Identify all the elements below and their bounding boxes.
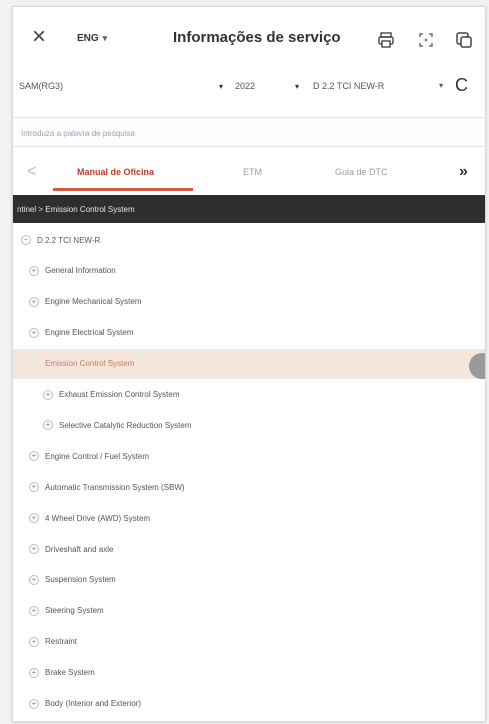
engine-value: D 2.2 TCI NEW-R	[313, 81, 385, 91]
service-info-window: × ENG ▾ Informações de serviço SAM(RG3) …	[12, 6, 486, 722]
refresh-icon[interactable]: C	[455, 75, 468, 96]
header: × ENG ▾ Informações de serviço	[13, 7, 485, 69]
tab-guia-de-dtc[interactable]: Guia de DTC	[335, 167, 388, 177]
tree-node[interactable]: − D 2.2 TCI NEW-R	[13, 225, 485, 255]
tree-node-label: D 2.2 TCI NEW-R	[37, 235, 101, 245]
active-tab-indicator	[53, 188, 193, 191]
tab-scroll-left-icon[interactable]: <	[27, 163, 36, 181]
tree-node[interactable]: + Steering System	[13, 596, 485, 626]
expand-node-icon[interactable]: +	[29, 698, 39, 709]
tree-node[interactable]: + Engine Electrical System	[13, 318, 485, 348]
window-icon[interactable]	[453, 29, 475, 51]
language-label: ENG	[77, 33, 99, 44]
expand-node-icon[interactable]: +	[29, 265, 39, 276]
tree-node-label: Automatic Transmission System (SBW)	[45, 482, 185, 492]
tree-node[interactable]: + Body (Interior and Exterior)	[13, 689, 485, 719]
tree-node-label: Engine Electrical System	[45, 328, 134, 338]
expand-node-icon[interactable]: +	[29, 513, 39, 524]
tree-node[interactable]: + Suspension System	[13, 565, 485, 595]
tree-node-label: Engine Mechanical System	[45, 297, 142, 307]
tree-node-label: Engine Control / Fuel System	[45, 451, 150, 461]
tree-node[interactable]: + Selective Catalytic Reduction System	[13, 410, 485, 440]
tree-node-label: Exhaust Emission Control System	[59, 390, 180, 399]
expand-node-icon[interactable]: +	[29, 482, 39, 493]
search-bar	[13, 117, 485, 147]
close-icon: ×	[31, 23, 46, 50]
tree-node[interactable]: + Driveshaft and axle	[13, 534, 485, 564]
expand-node-icon[interactable]: +	[29, 451, 39, 462]
expand-node-icon[interactable]: +	[29, 574, 39, 585]
tree-node[interactable]: + Automatic Transmission System (SBW)	[13, 472, 485, 502]
tree-node[interactable]: + Restraint	[13, 627, 485, 657]
tree-node[interactable]: + Engine Control / Fuel System	[13, 441, 485, 471]
tree-node-label: Suspension System	[45, 575, 116, 585]
expand-node-icon[interactable]: +	[29, 667, 39, 678]
tree-node[interactable]: Emission Control System	[13, 348, 485, 379]
tree-node[interactable]: + General Information	[13, 256, 485, 286]
model-select[interactable]: SAM(RG3) ▾	[19, 81, 223, 91]
tree-node-label: Steering System	[45, 606, 104, 616]
tree-node-label: Emission Control System	[45, 359, 135, 369]
vehicle-selectors: SAM(RG3) ▾ 2022 ▾ D 2.2 TCI NEW-R ▾ C	[13, 75, 485, 103]
tree-node[interactable]: + Brake System	[13, 658, 485, 688]
year-value: 2022	[235, 81, 256, 91]
chevron-down-icon: ▾	[219, 81, 224, 91]
tree-node-label: Brake System	[45, 668, 95, 678]
collapse-icon[interactable]: −	[21, 235, 31, 245]
tab-etm[interactable]: ETM	[243, 167, 262, 177]
chevron-down-icon: ▾	[295, 81, 300, 91]
expand-icon[interactable]	[415, 29, 437, 51]
chevron-down-icon[interactable]: ▾	[439, 81, 443, 90]
expand-node-icon[interactable]: +	[29, 636, 39, 647]
tree-node-label: Driveshaft and axle	[45, 544, 114, 554]
tree-node-label: 4 Wheel Drive (AWD) System	[45, 513, 151, 523]
expand-node-icon[interactable]: +	[43, 389, 53, 400]
engine-select[interactable]: ▾ D 2.2 TCI NEW-R	[295, 81, 384, 91]
language-selector[interactable]: ENG ▾	[77, 33, 107, 44]
search-input[interactable]	[21, 124, 461, 142]
breadcrumb: ntinel > Emission Control System	[13, 195, 485, 223]
tree-node[interactable]: + Engine Mechanical System	[13, 287, 485, 317]
expand-node-icon[interactable]: +	[29, 327, 39, 338]
page-title: Informações de serviço	[173, 29, 341, 46]
print-icon[interactable]	[375, 29, 397, 51]
close-button[interactable]: ×	[27, 23, 51, 50]
expand-node-icon[interactable]: +	[29, 296, 39, 307]
tree-node-label: Restraint	[45, 637, 78, 647]
expand-node-icon[interactable]: +	[29, 605, 39, 616]
tab-manual-de-oficina[interactable]: Manual de Oficina	[77, 167, 154, 177]
tree-node[interactable]: + Exhaust Emission Control System	[13, 380, 485, 410]
year-select[interactable]: 2022	[235, 81, 255, 91]
tree-node-label: Body (Interior and Exterior)	[45, 699, 142, 708]
tab-scroll-right-icon[interactable]: »	[459, 163, 468, 181]
tree-node-label: Selective Catalytic Reduction System	[59, 420, 192, 430]
tab-bar: < Manual de Oficina ETM Guia de DTC »	[13, 155, 485, 191]
model-value: SAM(RG3)	[19, 81, 64, 91]
chevron-down-icon: ▾	[102, 33, 108, 43]
tree-node[interactable]: +4 Wheel Drive (AWD) System	[13, 503, 485, 533]
expand-node-icon[interactable]: +	[29, 544, 39, 554]
tree-node-label: General Information	[45, 266, 116, 276]
expand-node-icon[interactable]: +	[43, 420, 53, 431]
